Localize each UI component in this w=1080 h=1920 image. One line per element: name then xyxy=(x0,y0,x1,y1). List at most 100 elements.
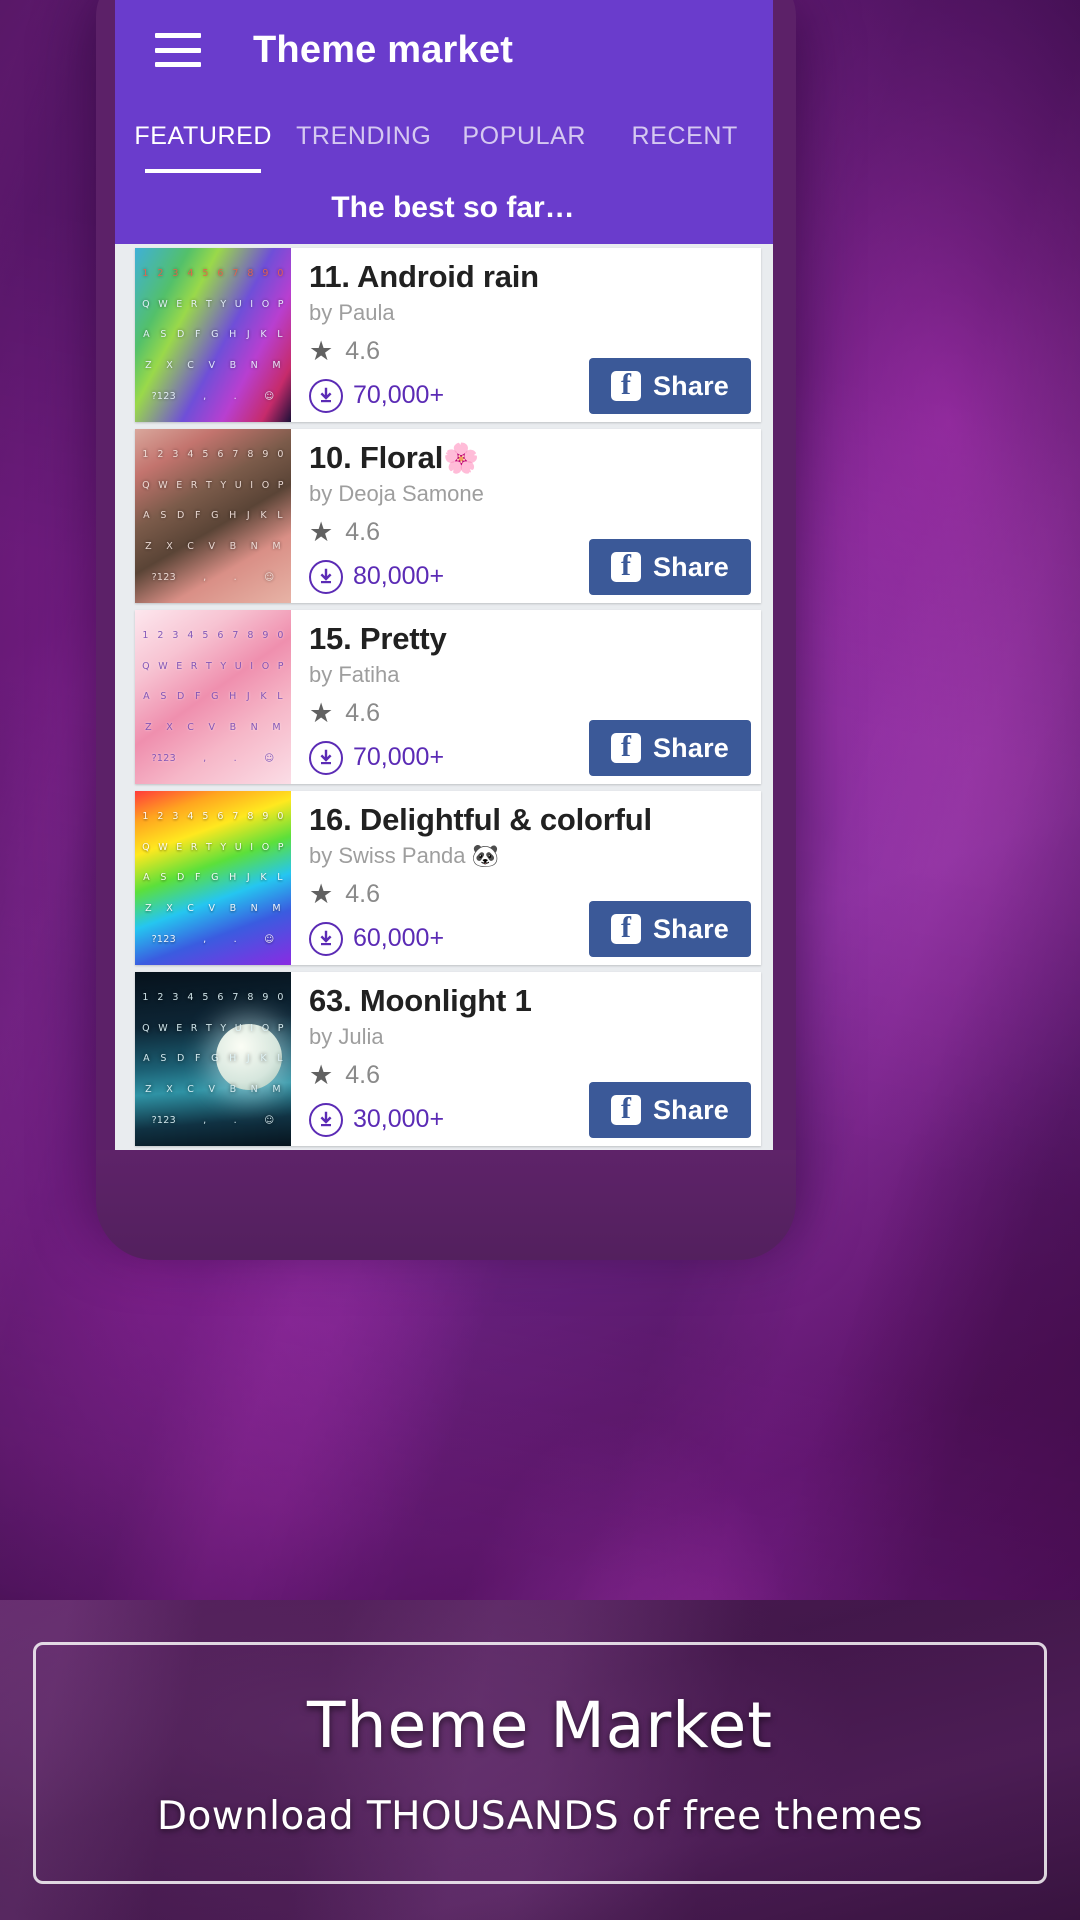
keyboard-key: 6 xyxy=(217,267,224,279)
keyboard-key: S xyxy=(160,329,167,341)
keyboard-key: 9 xyxy=(262,448,269,460)
keyboard-key: S xyxy=(160,872,167,884)
keyboard-preview-rows: 1 2 3 4 5 6 7 8 9 0 Q W E R T Y U I O P A S D F G H J K L Z X C V B N M ?123… xyxy=(135,248,291,422)
keyboard-preview-row: ASDFGHJKL xyxy=(135,329,291,340)
theme-thumbnail-moonlight-1[interactable]: 1 2 3 4 5 6 7 8 9 0 Q W E R T Y U I O P A S D F G H J K L Z X C V B N M ?123… xyxy=(135,972,291,1146)
tab-trending[interactable]: TRENDING xyxy=(284,100,445,172)
keyboard-key: 5 xyxy=(202,267,209,279)
theme-card[interactable]: 1 2 3 4 5 6 7 8 9 0 Q W E R T Y U I O P A S D F G H J K L Z X C V B N M ?123… xyxy=(135,791,761,965)
keyboard-key: 3 xyxy=(172,991,179,1003)
keyboard-key: . xyxy=(233,391,237,403)
theme-card[interactable]: 1 2 3 4 5 6 7 8 9 0 Q W E R T Y U I O P A S D F G H J K L Z X C V B N M ?123… xyxy=(135,429,761,603)
facebook-share-button[interactable]: Share xyxy=(588,720,751,776)
tab-recent[interactable]: RECENT xyxy=(605,100,766,172)
theme-card[interactable]: 1 2 3 4 5 6 7 8 9 0 Q W E R T Y U I O P A S D F G H J K L Z X C V B N M ?123… xyxy=(135,972,761,1146)
keyboard-key: Y xyxy=(220,660,227,672)
theme-title: 15. Pretty xyxy=(309,621,761,657)
keyboard-key: X xyxy=(166,541,174,553)
keyboard-key: ☺ xyxy=(264,753,275,765)
keyboard-key: 0 xyxy=(277,267,284,279)
keyboard-preview-row: ?123,. ☺ xyxy=(135,934,291,945)
keyboard-key: U xyxy=(234,841,243,853)
keyboard-key: M xyxy=(272,722,281,734)
facebook-share-button[interactable]: Share xyxy=(588,358,751,414)
keyboard-key: O xyxy=(261,660,270,672)
keyboard-preview-row: ?123,. ☺ xyxy=(135,391,291,402)
keyboard-preview-row: QWERTYUIOP xyxy=(135,1023,291,1034)
keyboard-key: H xyxy=(229,691,237,703)
keyboard-key: U xyxy=(234,660,243,672)
keyboard-key: C xyxy=(187,903,195,915)
keyboard-key: G xyxy=(211,872,219,884)
theme-download-count: 70,000+ xyxy=(353,743,445,772)
keyboard-key: , xyxy=(203,753,207,765)
star-icon: ★ xyxy=(309,516,334,547)
download-circle-icon xyxy=(309,378,343,413)
keyboard-key: W xyxy=(158,660,168,672)
keyboard-key: R xyxy=(190,660,198,672)
keyboard-key: 7 xyxy=(232,991,239,1003)
facebook-share-button[interactable]: Share xyxy=(588,539,751,595)
keyboard-key: L xyxy=(277,510,283,522)
app-bar-top-row: Theme market xyxy=(115,0,773,100)
keyboard-key: 2 xyxy=(157,629,164,641)
keyboard-key: P xyxy=(277,298,284,310)
download-circle-icon xyxy=(309,1102,343,1137)
keyboard-key: . xyxy=(233,1115,237,1127)
keyboard-key: 1 xyxy=(142,267,149,279)
keyboard-key: I xyxy=(250,1022,254,1034)
facebook-share-button[interactable]: Share xyxy=(588,901,751,957)
keyboard-key: S xyxy=(160,1053,167,1065)
keyboard-key: Z xyxy=(145,1084,152,1096)
tab-popular[interactable]: POPULAR xyxy=(444,100,605,172)
keyboard-key: B xyxy=(229,360,237,372)
keyboard-key: Z xyxy=(145,903,152,915)
theme-card[interactable]: 1 2 3 4 5 6 7 8 9 0 Q W E R T Y U I O P A S D F G H J K L Z X C V B N M ?123… xyxy=(135,248,761,422)
keyboard-key: . xyxy=(233,753,237,765)
theme-author: by Fatiha xyxy=(309,661,400,687)
keyboard-key: 7 xyxy=(232,267,239,279)
theme-download-count: 70,000+ xyxy=(353,381,445,410)
theme-author: by Julia xyxy=(309,1023,384,1049)
keyboard-preview-row: QWERTYUIOP xyxy=(135,842,291,853)
theme-download-count: 30,000+ xyxy=(353,1105,445,1134)
keyboard-preview-row: QWERTYUIOP xyxy=(135,661,291,672)
keyboard-key: R xyxy=(190,1022,198,1034)
theme-thumbnail-floral[interactable]: 1 2 3 4 5 6 7 8 9 0 Q W E R T Y U I O P A S D F G H J K L Z X C V B N M ?123… xyxy=(135,429,291,603)
keyboard-key: H xyxy=(229,510,237,522)
theme-thumbnail-android-rain[interactable]: 1 2 3 4 5 6 7 8 9 0 Q W E R T Y U I O P A S D F G H J K L Z X C V B N M ?123… xyxy=(135,248,291,422)
keyboard-key: 9 xyxy=(262,629,269,641)
keyboard-key: F xyxy=(194,691,201,703)
keyboard-key: . xyxy=(233,572,237,584)
keyboard-key: 4 xyxy=(187,267,194,279)
keyboard-key: ☺ xyxy=(264,572,275,584)
keyboard-key: U xyxy=(234,479,243,491)
theme-author: by Swiss Panda 🐼 xyxy=(309,842,500,868)
theme-title: 63. Moonlight 1 xyxy=(309,983,761,1019)
theme-thumbnail-pretty[interactable]: 1 2 3 4 5 6 7 8 9 0 Q W E R T Y U I O P A S D F G H J K L Z X C V B N M ?123… xyxy=(135,610,291,784)
keyboard-key: N xyxy=(250,360,259,372)
keyboard-key: O xyxy=(261,1022,270,1034)
keyboard-key: M xyxy=(272,541,281,553)
keyboard-key: J xyxy=(246,872,251,884)
theme-card[interactable]: 1 2 3 4 5 6 7 8 9 0 Q W E R T Y U I O P A S D F G H J K L Z X C V B N M ?123… xyxy=(135,610,761,784)
share-button-label: Share xyxy=(652,551,729,582)
hamburger-bar-2 xyxy=(155,47,201,53)
facebook-share-button[interactable]: Share xyxy=(588,1082,751,1138)
keyboard-key: T xyxy=(205,479,213,491)
theme-title: 16. Delightful & colorful xyxy=(309,802,761,838)
share-button-label: Share xyxy=(652,1094,729,1125)
keyboard-preview-row: ?123,. ☺ xyxy=(135,1115,291,1126)
hamburger-bar-3 xyxy=(155,62,201,67)
promo-banner: Theme Market Download THOUSANDS of free … xyxy=(0,1600,1080,1920)
keyboard-key: J xyxy=(246,329,251,341)
keyboard-key: K xyxy=(260,691,267,703)
theme-list[interactable]: 1 2 3 4 5 6 7 8 9 0 Q W E R T Y U I O P A S D F G H J K L Z X C V B N M ?123… xyxy=(115,244,773,1146)
keyboard-key: H xyxy=(229,1053,237,1065)
keyboard-key: Q xyxy=(142,298,150,310)
theme-thumbnail-delightful-colorful[interactable]: 1 2 3 4 5 6 7 8 9 0 Q W E R T Y U I O P A S D F G H J K L Z X C V B N M ?123… xyxy=(135,791,291,965)
keyboard-preview-row: ZXCVBNM xyxy=(135,722,291,733)
hamburger-menu-icon[interactable] xyxy=(155,33,201,67)
tab-featured[interactable]: FEATURED xyxy=(123,100,284,173)
keyboard-key: Q xyxy=(142,479,150,491)
